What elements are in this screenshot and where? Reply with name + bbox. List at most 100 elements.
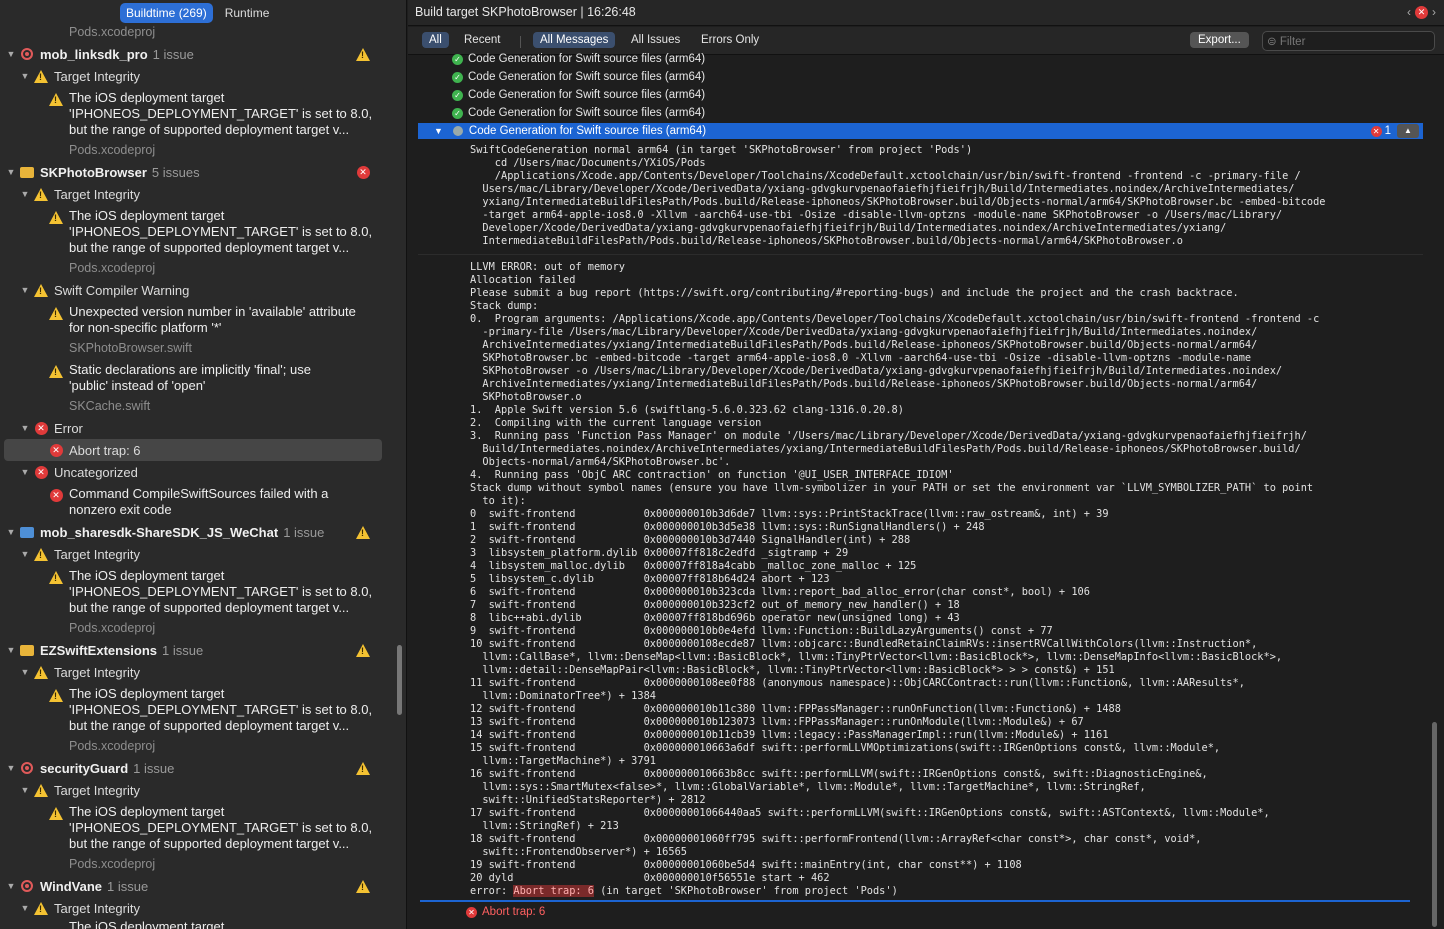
issue-message[interactable]: The iOS deployment target 'IPHONEOS_DEPLO… (69, 804, 389, 852)
category-row[interactable]: ▼ ✕ Error (20, 417, 406, 439)
category-name: Target Integrity (54, 664, 140, 680)
file-label: SKPhotoBrowser.swift (69, 341, 192, 355)
errors-only-button[interactable]: Errors Only (694, 32, 766, 48)
chevron-down-icon[interactable]: ▼ (6, 881, 16, 891)
filter-input[interactable]: ⊜ Filter (1262, 31, 1435, 51)
folder-icon (20, 525, 34, 539)
error-highlight: Abort trap: 6 (513, 885, 594, 897)
error-icon[interactable]: ✕ (1415, 5, 1428, 19)
warning-icon (34, 547, 48, 561)
category-row[interactable]: ▼ Target Integrity (20, 65, 406, 87)
category-name: Uncategorized (54, 464, 138, 480)
error-icon: ✕ (356, 165, 370, 179)
chevron-down-icon[interactable]: ▼ (20, 285, 30, 295)
log-step-row[interactable]: ✓ Code Generation for Swift source files … (452, 68, 1422, 86)
warning-icon (49, 806, 63, 820)
chevron-down-icon[interactable]: ▼ (6, 167, 16, 177)
all-messages-button[interactable]: All Messages (533, 32, 616, 48)
issue-navigation: ‹ ✕ › (1407, 5, 1436, 19)
chevron-down-icon[interactable]: ▼ (20, 423, 30, 433)
chevron-down-icon[interactable]: ▼ (6, 527, 16, 537)
issue-message[interactable]: The iOS deployment target 'IPHONEOS_DEPLO… (69, 568, 389, 616)
category-row[interactable]: ▼ Target Integrity (20, 779, 406, 801)
warning-icon (356, 761, 370, 775)
group-row[interactable]: ▼ mob_sharesdk-ShareSDK_JS_WeChat 1 issue (0, 521, 400, 543)
issue-message[interactable]: The iOS deployment target 'IPHONEOS_DEPLO… (69, 686, 389, 734)
group-row[interactable]: ▼ WindVane 1 issue (0, 875, 400, 897)
group-name: SKPhotoBrowser (40, 164, 147, 180)
warning-icon (49, 92, 63, 106)
error-badge: ✕ 1 (1370, 125, 1391, 137)
issue-message: Abort trap: 6 (69, 442, 141, 458)
sidebar-scrollbar[interactable] (397, 645, 402, 715)
issue-message[interactable]: Static declarations are implicitly 'fina… (69, 362, 389, 394)
category-name: Target Integrity (54, 782, 140, 798)
target-icon (20, 761, 34, 775)
category-row[interactable]: ▼ Swift Compiler Warning (20, 279, 406, 301)
chevron-down-icon[interactable]: ▼ (20, 549, 30, 559)
issue-count: 1 issue (152, 46, 194, 62)
issue-message[interactable]: The iOS deployment target (69, 919, 389, 929)
selected-issue-row[interactable]: ✕ Abort trap: 6 (4, 439, 382, 461)
chevron-down-icon[interactable]: ▼ (20, 467, 30, 477)
scope-recent-button[interactable]: Recent (457, 32, 507, 48)
export-button[interactable]: Export... (1190, 32, 1249, 48)
issue-message[interactable]: The iOS deployment target 'IPHONEOS_DEPLO… (69, 90, 389, 138)
issue-message[interactable]: Unexpected version number in 'available'… (69, 304, 389, 336)
log-step-row[interactable]: ✓ Code Generation for Swift source files … (452, 50, 1422, 68)
issue-navigator: Buildtime (269) Runtime Pods.xcodeproj ▼… (0, 0, 407, 929)
log-output: LLVM ERROR: out of memory Allocation fai… (470, 261, 1320, 884)
category-row[interactable]: ▼ Target Integrity (20, 183, 406, 205)
filter-placeholder: Filter (1279, 36, 1306, 48)
error-line: error: Abort trap: 6 (in target 'SKPhoto… (470, 885, 898, 897)
file-label: SKCache.swift (69, 399, 151, 413)
nav-segmented-control: Buildtime (269) Runtime (120, 3, 275, 23)
chevron-down-icon[interactable]: ▼ (20, 189, 30, 199)
selected-log-step[interactable]: ▼ Code Generation for Swift source files… (418, 123, 1423, 139)
checkmark-icon: ✓ (452, 89, 463, 101)
log-scrollbar[interactable] (1432, 722, 1437, 927)
error-icon: ✕ (34, 421, 48, 435)
target-icon (20, 47, 34, 61)
chevron-down-icon[interactable]: ▼ (6, 49, 16, 59)
log-step-row[interactable]: ✓ Code Generation for Swift source files … (452, 104, 1422, 122)
category-name: Target Integrity (54, 546, 140, 562)
scope-all-button[interactable]: All (422, 32, 449, 48)
log-step-row[interactable]: ✓ Code Generation for Swift source files … (452, 86, 1422, 104)
error-icon: ✕ (466, 906, 477, 918)
issue-message[interactable]: Command CompileSwiftSources failed with … (69, 486, 389, 518)
error-summary-row[interactable]: ✕ Abort trap: 6 (420, 900, 1410, 922)
issue-count: 1 issue (283, 524, 325, 540)
category-name: Target Integrity (54, 186, 140, 202)
issue-message[interactable]: The iOS deployment target 'IPHONEOS_DEPLO… (69, 208, 389, 256)
command-text: SwiftCodeGeneration normal arm64 (in tar… (470, 144, 1326, 247)
chevron-down-icon[interactable]: ▼ (20, 71, 30, 81)
issue-count: 1 issue (133, 760, 175, 776)
group-row[interactable]: ▼ EZSwiftExtensions 1 issue (0, 639, 400, 661)
category-row[interactable]: ▼ Target Integrity (20, 661, 406, 683)
checkmark-icon: ✓ (452, 71, 463, 83)
warning-icon (49, 688, 63, 702)
category-name: Error (54, 420, 83, 436)
checkmark-icon: ✓ (452, 53, 463, 65)
category-row[interactable]: ▼ Target Integrity (20, 897, 406, 919)
collapse-icon[interactable]: ▲ (1397, 124, 1419, 138)
chevron-down-icon[interactable]: ▼ (20, 667, 30, 677)
chevron-right-icon[interactable]: › (1432, 5, 1436, 19)
chevron-down-icon[interactable]: ▼ (6, 763, 16, 773)
category-row[interactable]: ▼ Target Integrity (20, 543, 406, 565)
chevron-down-icon[interactable]: ▼ (6, 645, 16, 655)
all-issues-button[interactable]: All Issues (624, 32, 687, 48)
group-row[interactable]: ▼ mob_linksdk_pro 1 issue (0, 43, 400, 65)
chevron-down-icon[interactable]: ▼ (20, 903, 30, 913)
chevron-down-icon[interactable]: ▼ (434, 126, 443, 136)
warning-icon (34, 69, 48, 83)
group-name: WindVane (40, 878, 103, 894)
chevron-down-icon[interactable]: ▼ (20, 785, 30, 795)
group-row[interactable]: ▼ SKPhotoBrowser 5 issues ✕ (0, 161, 400, 183)
tab-buildtime[interactable]: Buildtime (269) (120, 3, 213, 23)
category-row[interactable]: ▼ ✕ Uncategorized (20, 461, 406, 483)
chevron-left-icon[interactable]: ‹ (1407, 5, 1411, 19)
tab-runtime[interactable]: Runtime (219, 3, 276, 23)
group-row[interactable]: ▼ securityGuard 1 issue (0, 757, 400, 779)
